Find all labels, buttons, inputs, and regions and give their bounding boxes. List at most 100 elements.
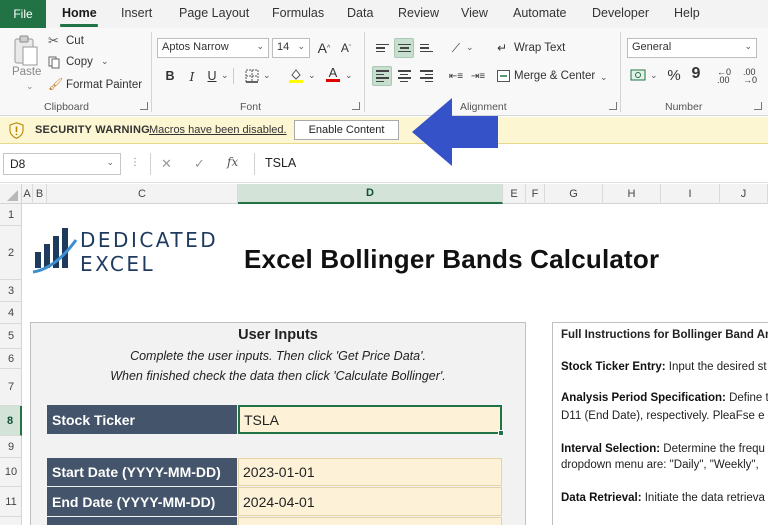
- underline-dropdown-icon[interactable]: ⌄: [221, 70, 229, 81]
- paste-button[interactable]: Paste: [12, 66, 41, 78]
- middle-align-button[interactable]: [394, 38, 414, 58]
- row-header-7[interactable]: 7: [0, 369, 22, 406]
- clipboard-launcher-icon[interactable]: [140, 102, 148, 110]
- formula-input[interactable]: TSLA: [265, 156, 296, 170]
- instruction-retrieval-label: Data Retrieval:: [561, 492, 642, 504]
- tab-developer[interactable]: Developer: [592, 6, 649, 20]
- enable-content-button[interactable]: Enable Content: [294, 120, 399, 140]
- merge-dropdown-icon[interactable]: ⌄: [600, 72, 608, 83]
- row-header-5[interactable]: 5: [0, 324, 22, 349]
- paste-icon[interactable]: [10, 34, 40, 68]
- column-header-g[interactable]: G: [545, 184, 603, 204]
- bottom-align-button[interactable]: [416, 38, 436, 58]
- row-header-1[interactable]: 1: [0, 204, 22, 226]
- column-header-f[interactable]: F: [526, 184, 545, 204]
- font-color-dropdown-icon[interactable]: ⌄: [345, 70, 353, 81]
- tab-page-layout[interactable]: Page Layout: [179, 6, 249, 20]
- cut-button[interactable]: Cut: [66, 35, 84, 47]
- tab-help[interactable]: Help: [674, 6, 700, 20]
- increase-indent-button[interactable]: ⇥≡: [468, 66, 488, 86]
- name-box[interactable]: D8 ⌄: [3, 153, 121, 175]
- column-header-d[interactable]: D: [238, 184, 503, 204]
- orientation-button[interactable]: ⟋: [446, 38, 466, 58]
- comma-style-button[interactable]: 9: [686, 64, 706, 84]
- column-header-a[interactable]: A: [22, 184, 33, 204]
- top-align-button[interactable]: [372, 38, 392, 58]
- font-launcher-icon[interactable]: [352, 102, 360, 110]
- decrease-decimal-button[interactable]: .00 →0: [740, 66, 760, 86]
- percent-button[interactable]: %: [664, 65, 684, 85]
- fill-dropdown-icon[interactable]: ⌄: [308, 70, 316, 81]
- increase-decimal-button[interactable]: ←0.00: [714, 66, 734, 86]
- wrap-text-button[interactable]: Wrap Text: [514, 42, 565, 54]
- column-header-c[interactable]: C: [47, 184, 238, 204]
- stock-ticker-cell[interactable]: TSLA: [238, 405, 502, 434]
- row-header-2[interactable]: 2: [0, 226, 22, 280]
- align-right-icon: [419, 70, 433, 82]
- alignment-launcher-icon[interactable]: [609, 102, 617, 110]
- align-center-button[interactable]: [394, 66, 414, 86]
- tab-formulas[interactable]: Formulas: [272, 6, 324, 20]
- instruction-interval-line2: dropdown menu are: "Daily", "Weekly",: [561, 459, 759, 471]
- fill-color-button[interactable]: [286, 65, 306, 85]
- copy-dropdown-icon[interactable]: ⌄: [101, 56, 109, 67]
- decrease-font-button[interactable]: Aˇ: [336, 38, 356, 58]
- borders-dropdown-icon[interactable]: ⌄: [263, 70, 271, 81]
- formula-bar: D8 ⌄ ⋮ ✕ ✓ fx TSLA: [0, 145, 768, 183]
- column-header-h[interactable]: H: [603, 184, 661, 204]
- accounting-dropdown-icon[interactable]: ⌄: [650, 70, 658, 81]
- row-header-4[interactable]: 4: [0, 302, 22, 324]
- bold-button[interactable]: B: [160, 66, 180, 86]
- merge-center-button[interactable]: Merge & Center: [514, 70, 595, 82]
- font-name-combo[interactable]: Aptos Narrow ⌄: [157, 38, 269, 58]
- font-color-button[interactable]: A: [323, 64, 343, 84]
- copy-button[interactable]: Copy: [66, 56, 93, 68]
- row-header-9[interactable]: 9: [0, 436, 22, 458]
- tab-file[interactable]: File: [0, 0, 46, 28]
- row-header-3[interactable]: 3: [0, 280, 22, 302]
- select-all-corner[interactable]: [0, 184, 22, 204]
- tab-review[interactable]: Review: [398, 6, 439, 20]
- next-input-cell[interactable]: [238, 517, 502, 525]
- row-header-8[interactable]: 8: [0, 406, 22, 436]
- tab-insert[interactable]: Insert: [121, 6, 152, 20]
- column-header-e[interactable]: E: [503, 184, 526, 204]
- font-group-label: Font: [240, 101, 262, 113]
- paste-dropdown-icon[interactable]: ⌄: [26, 81, 34, 92]
- cancel-icon[interactable]: ✕: [161, 156, 172, 172]
- column-header-i[interactable]: I: [661, 184, 720, 204]
- borders-button[interactable]: [242, 66, 262, 86]
- formula-bar-grip-icon[interactable]: ⋮: [130, 157, 140, 168]
- tab-data[interactable]: Data: [347, 6, 373, 20]
- start-date-cell[interactable]: 2023-01-01: [238, 458, 502, 486]
- tab-automate[interactable]: Automate: [513, 6, 567, 20]
- font-size-combo[interactable]: 14 ⌄: [272, 38, 310, 58]
- macros-disabled-link[interactable]: Macros have been disabled.: [149, 124, 287, 136]
- copy-icon: [48, 56, 61, 69]
- format-painter-icon: 🖌: [48, 77, 64, 91]
- fill-handle[interactable]: [498, 430, 504, 436]
- tab-home[interactable]: Home: [62, 6, 97, 20]
- accounting-format-icon[interactable]: [630, 68, 648, 82]
- tab-view[interactable]: View: [461, 6, 488, 20]
- align-left-button[interactable]: [372, 66, 392, 86]
- align-right-button[interactable]: [416, 66, 436, 86]
- end-date-cell[interactable]: 2024-04-01: [238, 487, 502, 516]
- italic-button[interactable]: I: [182, 66, 202, 86]
- wrap-text-icon: ↵: [497, 41, 508, 55]
- underline-button[interactable]: U: [202, 66, 222, 86]
- format-painter-button[interactable]: Format Painter: [66, 79, 142, 91]
- number-launcher-icon[interactable]: [754, 102, 762, 110]
- orientation-dropdown-icon[interactable]: ⌄: [466, 42, 474, 53]
- row-header-6[interactable]: 6: [0, 349, 22, 369]
- insert-function-button[interactable]: fx: [227, 155, 238, 169]
- increase-font-button[interactable]: A ^: [314, 38, 334, 58]
- column-header-b[interactable]: B: [33, 184, 47, 204]
- column-header-j[interactable]: J: [720, 184, 768, 204]
- user-inputs-instruction-2: When finished check the data then click …: [110, 369, 446, 383]
- enter-check-icon[interactable]: ✓: [194, 156, 205, 172]
- row-header-10[interactable]: 10: [0, 458, 22, 487]
- row-header-11[interactable]: 11: [0, 487, 22, 517]
- number-format-combo[interactable]: General ⌄: [627, 38, 757, 58]
- decrease-indent-button[interactable]: ⇤≡: [446, 66, 466, 86]
